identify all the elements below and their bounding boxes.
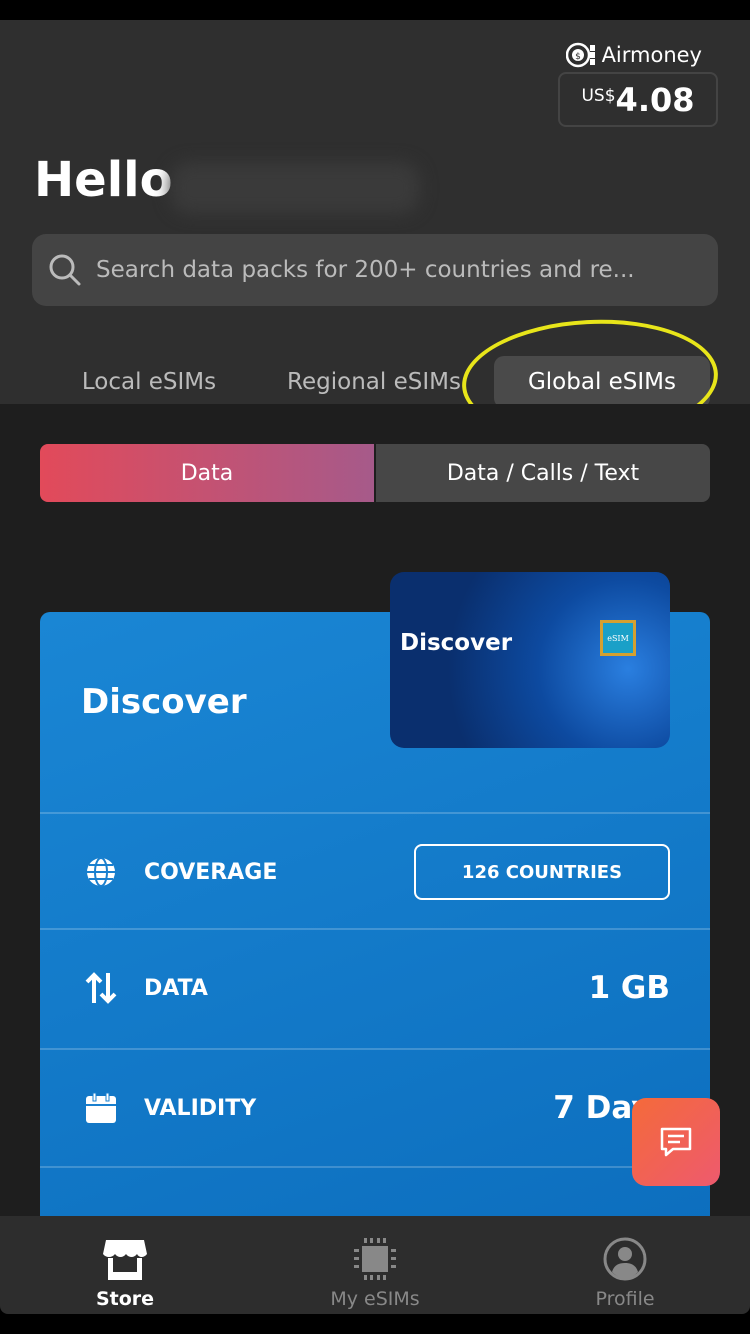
countries-button[interactable]: 126 COUNTRIES <box>414 844 670 900</box>
coin-icon: $ <box>565 42 595 68</box>
chat-button[interactable] <box>632 1098 720 1186</box>
balance-amount: 4.08 <box>615 80 695 119</box>
bottom-nav: Store My eSIMs Profile <box>0 1216 750 1314</box>
chip-label: eSIM <box>607 633 629 643</box>
search-input[interactable] <box>96 257 676 283</box>
globe-icon <box>84 855 118 889</box>
nav-profile[interactable]: Profile <box>500 1216 750 1314</box>
plan-card[interactable]: Discover Discover eSIM COVERAGE 126 COUN… <box>40 572 710 1216</box>
nav-label: My eSIMs <box>330 1288 420 1310</box>
validity-row: VALIDITY 7 Days <box>40 1048 710 1166</box>
greeting: Hello <box>34 152 173 208</box>
profile-icon <box>603 1237 647 1281</box>
redacted-username <box>170 162 420 214</box>
coverage-label: COVERAGE <box>144 859 278 885</box>
nav-store[interactable]: Store <box>0 1216 250 1314</box>
data-label: DATA <box>144 975 208 1001</box>
chat-icon <box>660 1127 692 1157</box>
validity-label: VALIDITY <box>144 1095 257 1121</box>
store-icon <box>103 1240 147 1280</box>
plan-thumbnail: Discover eSIM <box>390 572 670 748</box>
airmoney-label: $ Airmoney <box>565 42 702 68</box>
price-row <box>40 1166 710 1216</box>
tab-regional-esims[interactable]: Regional eSIMs <box>274 356 474 408</box>
search-bar[interactable] <box>32 234 718 306</box>
calendar-icon <box>84 1091 118 1125</box>
chip-icon <box>354 1238 396 1280</box>
data-row: DATA 1 GB <box>40 928 710 1046</box>
main-content: Data Data / Calls / Text Discover Discov… <box>0 404 750 1216</box>
airmoney-balance-button[interactable]: US$ 4.08 <box>558 72 718 127</box>
thumbnail-title: Discover <box>400 630 513 656</box>
segment-data-calls-text[interactable]: Data / Calls / Text <box>376 444 710 502</box>
header: $ Airmoney US$ 4.08 Hello Local eSIMs Re… <box>0 20 750 447</box>
nav-label: Profile <box>595 1288 655 1310</box>
search-icon <box>49 254 81 286</box>
plan-title: Discover <box>81 682 247 722</box>
tab-local-esims[interactable]: Local eSIMs <box>60 356 238 408</box>
airmoney-text: Airmoney <box>601 43 702 67</box>
segment-data[interactable]: Data <box>40 444 374 502</box>
nav-my-esims[interactable]: My eSIMs <box>250 1216 500 1314</box>
coverage-row: COVERAGE 126 COUNTRIES <box>40 812 710 930</box>
esim-chip-icon: eSIM <box>600 620 636 656</box>
svg-text:$: $ <box>575 52 581 62</box>
currency: US$ <box>581 86 616 106</box>
nav-label: Store <box>95 1288 155 1310</box>
data-value: 1 GB <box>588 970 670 1006</box>
arrows-up-down-icon <box>84 971 118 1005</box>
